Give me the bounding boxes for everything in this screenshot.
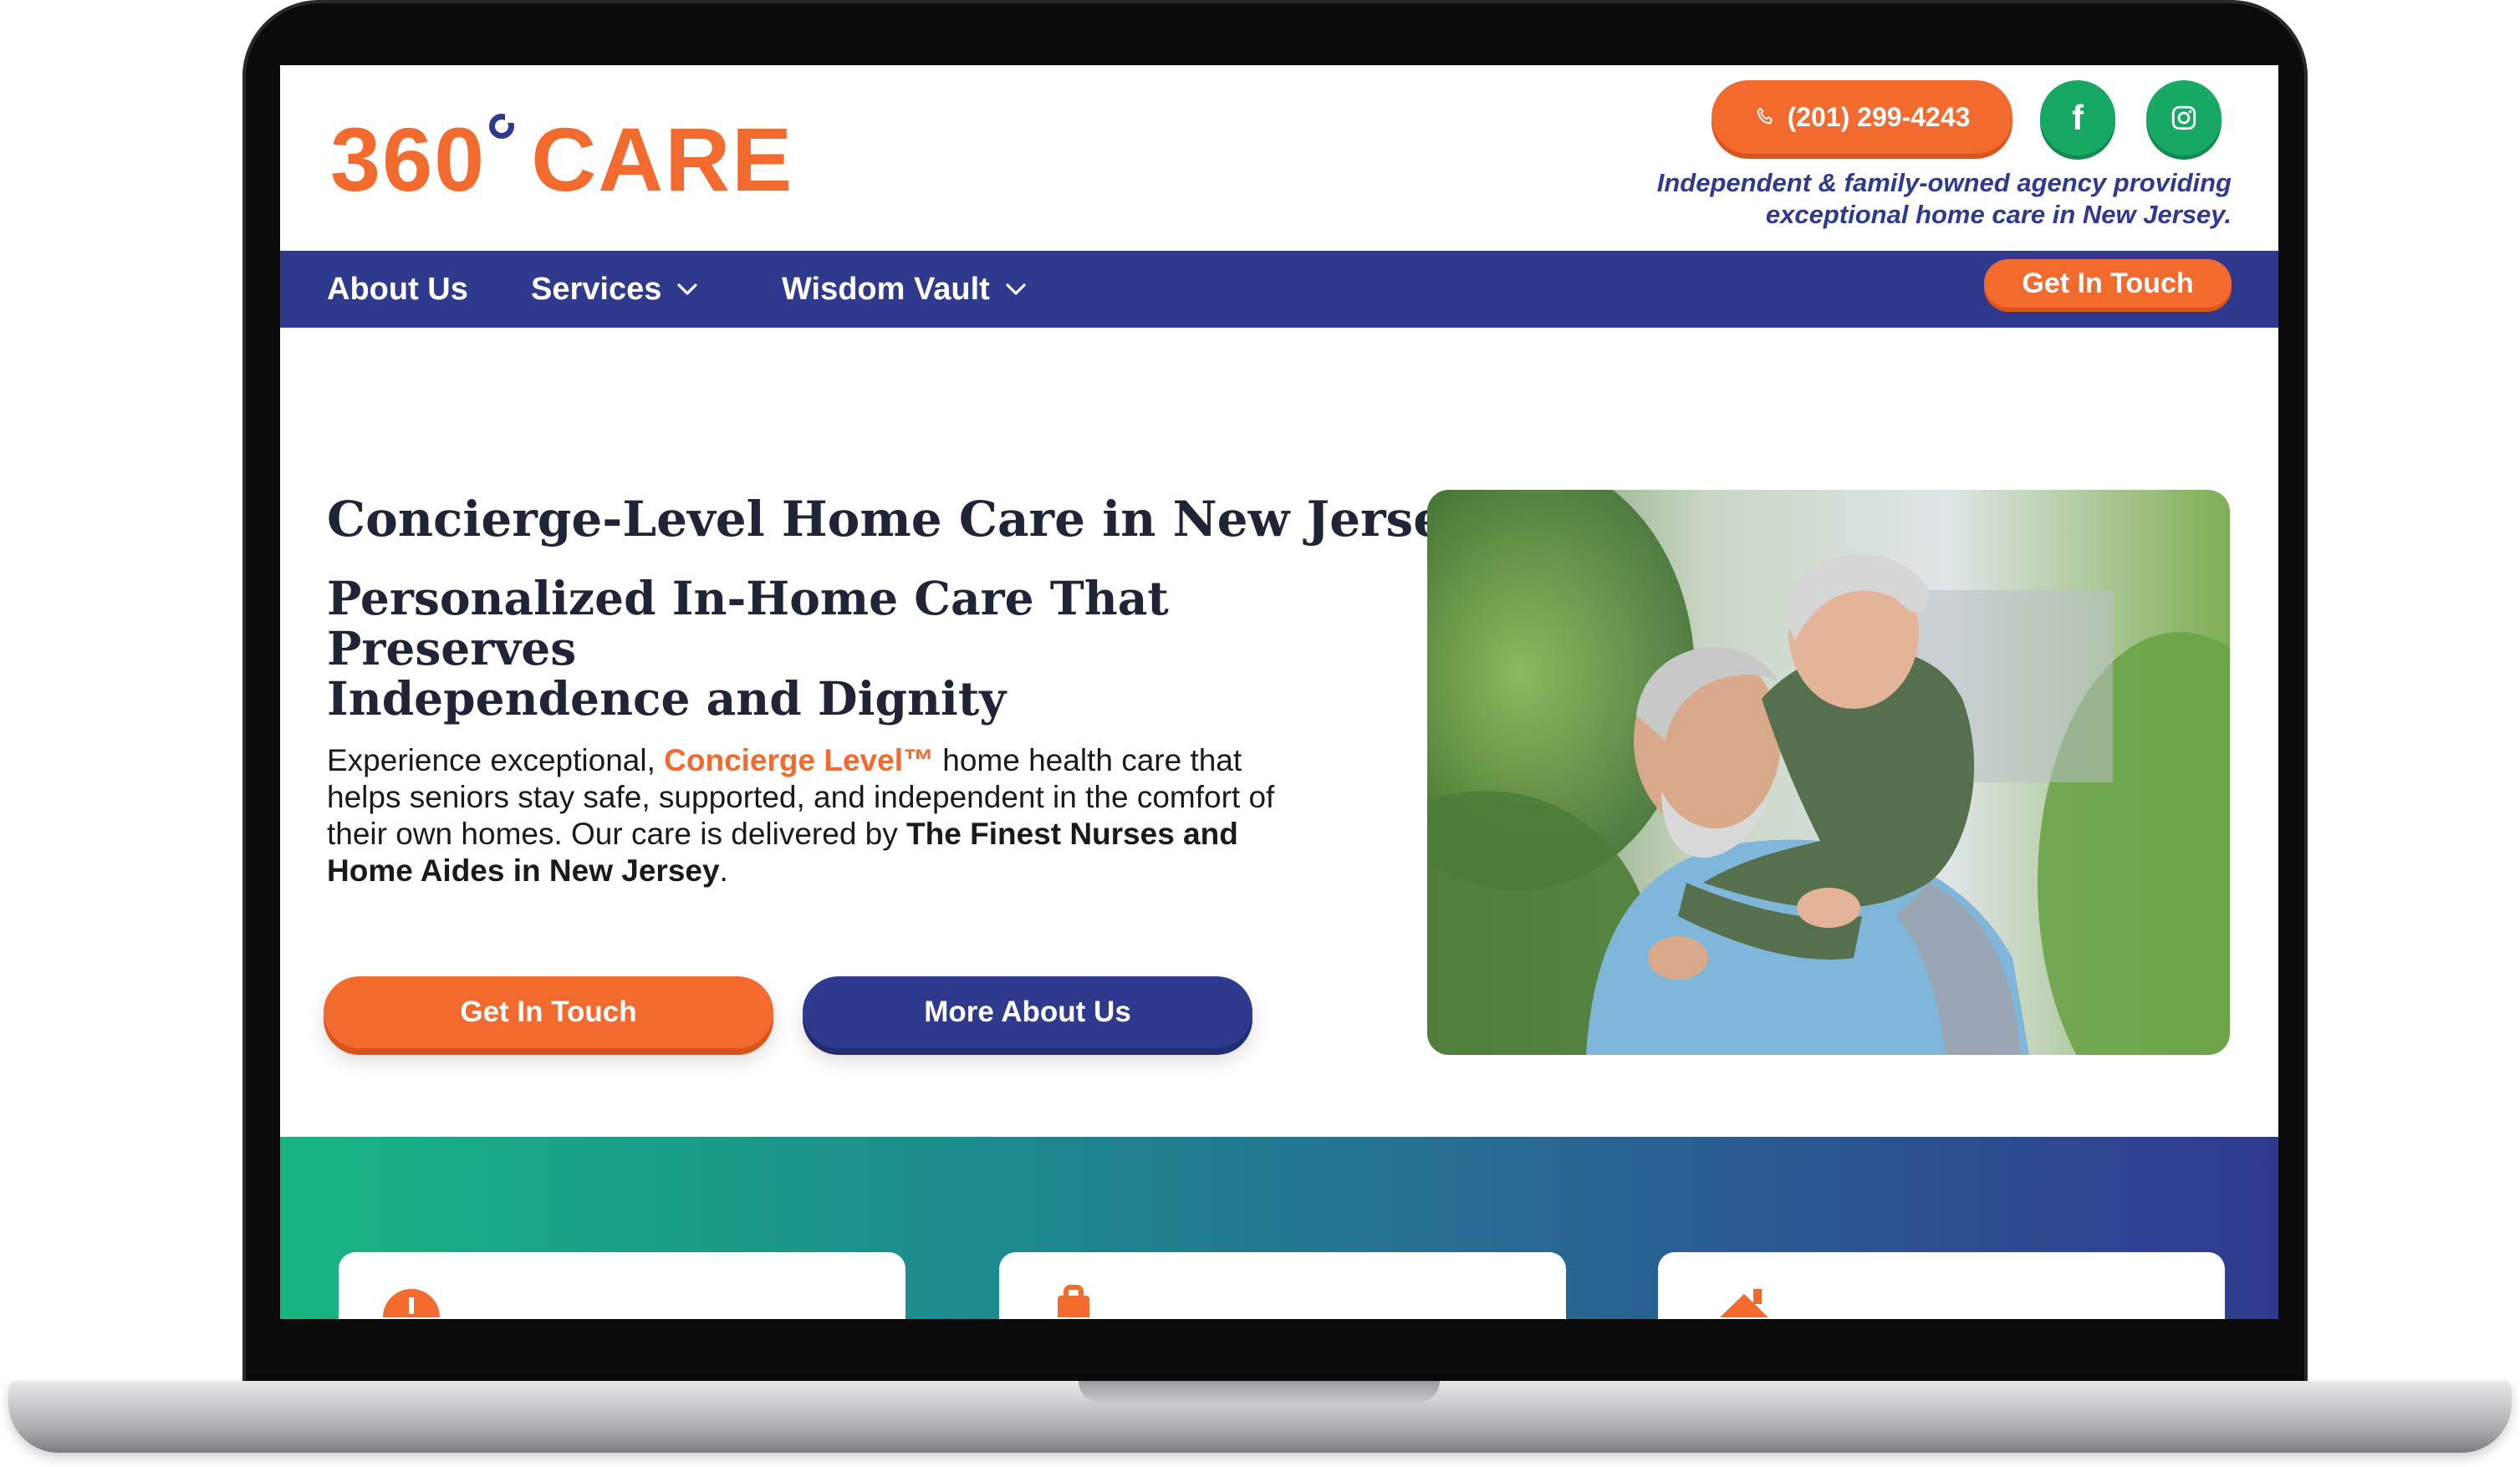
facebook-button[interactable]: f [2040,80,2115,155]
hero-description-end: . [719,853,728,888]
instagram-button[interactable] [2146,80,2222,155]
facebook-icon: f [2072,98,2084,137]
nav-get-in-touch-button[interactable]: Get In Touch [1984,259,2232,308]
hero-subtitle-line-2: Independence and Dignity [327,671,1007,726]
phone-button[interactable]: (201) 299-4243 [1711,80,2012,154]
logo-number: 360 [330,109,487,210]
site-header: 360 CARE (201) 299-4243 f Independent & f… [280,65,2278,251]
chevron-down-icon [677,283,697,295]
laptop-notch [1079,1381,1440,1403]
more-about-us-button[interactable]: More About Us [803,976,1252,1048]
chevron-down-icon [1006,283,1026,295]
hero-description-intro: Experience exceptional, [327,743,656,777]
phone-icon [1757,107,1773,125]
feature-card[interactable] [999,1252,1566,1319]
nav-item-about-us[interactable]: About Us [327,251,468,328]
tagline-line-2: exceptional home care in New Jersey. [1765,200,2232,229]
instagram-icon [2171,105,2196,130]
hero-subtitle: Personalized In-Home Care That Preserves… [327,573,1355,724]
nav-item-wisdom-vault[interactable]: Wisdom Vault [782,251,1027,328]
hero-subtitle-line-1: Personalized In-Home Care That Preserves [327,571,1169,675]
logo-degree-icon [489,113,516,139]
tagline-line-1: Independent & family-owned agency provid… [1656,168,2232,197]
header-tagline: Independent & family-owned agency provid… [1479,167,2232,231]
nav-item-services[interactable]: Services [531,251,698,328]
hero-description: Experience exceptional, Concierge Level™… [327,742,1297,889]
home-icon [1720,1289,1768,1317]
nav-item-label: Wisdom Vault [782,271,990,307]
main-nav: About Us Services Wisdom Vault Get In To… [280,251,2278,328]
logo-word: CARE [531,109,794,210]
site-logo[interactable]: 360 CARE [330,107,793,211]
phone-number: (201) 299-4243 [1787,101,1971,132]
feature-card[interactable] [1658,1252,2225,1319]
clock-icon [383,1289,440,1317]
get-in-touch-button[interactable]: Get In Touch [324,976,773,1048]
senior-couple-image [1427,490,2230,1055]
nav-item-label: Services [531,271,662,307]
feature-card[interactable] [339,1252,905,1319]
clipboard-icon [1058,1285,1089,1317]
hero-photo-senior-couple [1427,490,2230,1055]
hero-title: Concierge-Level Home Care in New Jersey [327,491,1472,548]
nav-item-label: About Us [327,271,468,307]
browser-viewport: 360 CARE (201) 299-4243 f Independent & f… [280,65,2278,1319]
concierge-level-highlight: Concierge Level™ [664,743,934,777]
